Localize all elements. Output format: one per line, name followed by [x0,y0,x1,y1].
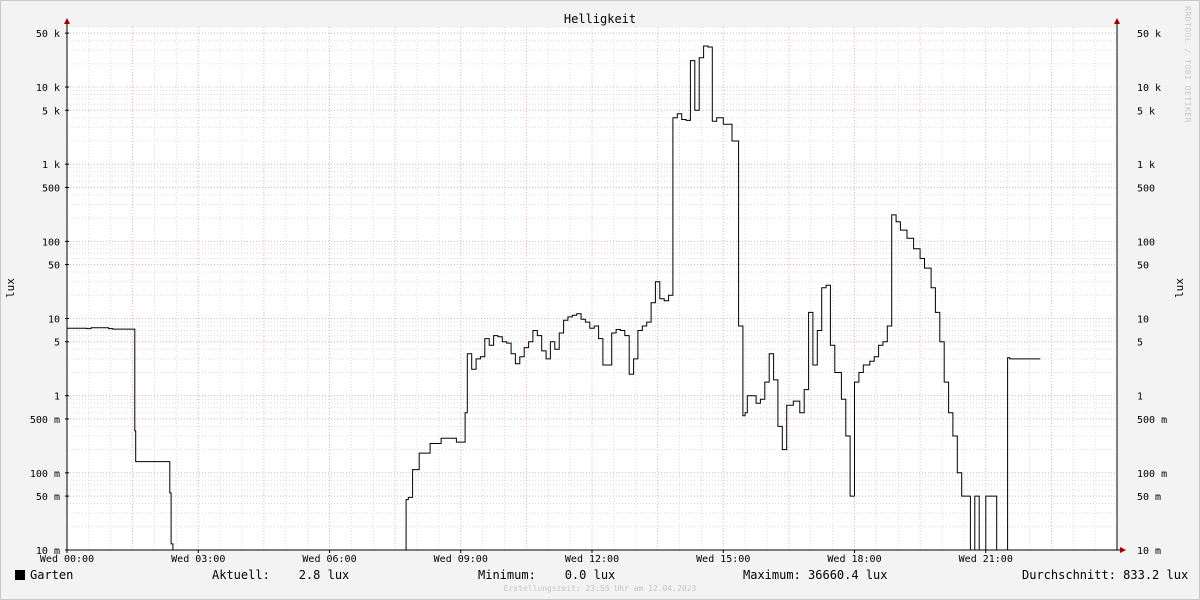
legend-swatch [15,570,25,580]
y-tick-label-right: 5 [1137,338,1143,349]
y-tick-label-right: 1 k [1137,160,1155,171]
y-tick-label-left: 10 k [36,83,60,94]
y-tick-label-right: 500 m [1137,415,1167,426]
y-tick-label-left: 1 [54,392,60,403]
y-tick-label-left: 50 k [36,29,60,40]
x-tick-label: Wed 12:00 [565,554,619,565]
legend-average: Durchschnitt: 833.2 lux [1022,568,1189,582]
y-tick-label-left: 10 [48,315,60,326]
y-axis-label-left: lux [4,278,17,298]
y-tick-label-left: 50 m [36,492,60,503]
y-tick-label-left: 100 [42,237,60,248]
legend-minimum: Minimum: 0.0 lux [478,568,616,582]
y-tick-label-right: 10 m [1137,546,1161,557]
legend-maximum: Maximum: 36660.4 lux [743,568,888,582]
y-tick-label-left: 5 [54,338,60,349]
y-tick-label-left: 1 k [42,160,60,171]
y-tick-label-right: 50 m [1137,492,1161,503]
chart-title: Helligkeit [564,12,636,26]
y-axis-arrow-left [64,18,70,24]
y-tick-label-right: 10 k [1137,83,1161,94]
x-ticks: Wed 00:00 Wed 03:00 Wed 06:00 Wed 09:00 Wed … [40,550,1013,565]
y-axis-arrow-right [1114,18,1120,24]
y-axis-label-right: lux [1173,278,1186,298]
y-tick-label-left: 5 k [42,106,60,117]
x-tick-label: Wed 18:00 [827,554,881,565]
y-tick-label-right: 50 [1137,261,1149,272]
x-tick-label: Wed 15:00 [696,554,750,565]
legend-current: Aktuell: 2.8 lux [212,568,350,582]
legend-series-name: Garten [30,568,74,582]
x-tick-label: Wed 21:00 [959,554,1013,565]
x-tick-label: Wed 06:00 [302,554,356,565]
legend: Garten Aktuell: 2.8 lux Minimum: 0.0 lux… [0,566,1200,584]
y-tick-label-right: 5 k [1137,106,1155,117]
brightness-chart: Helligkeit lux lux 10 m 10 m50 m 50 m100 m… [4,12,1186,565]
y-tick-label-right: 500 [1137,183,1155,194]
y-tick-label-right: 100 [1137,237,1155,248]
y-tick-label-right: 10 [1137,315,1149,326]
x-tick-label: Wed 09:00 [434,554,488,565]
y-tick-label-left: 500 m [30,415,60,426]
y-tick-label-left: 500 [42,183,60,194]
legend-series: Garten [15,568,73,582]
creation-time: Erstellungszeit: 23:55 Uhr am 12.04.2023 [503,584,697,593]
x-tick-label: Wed 03:00 [171,554,225,565]
x-axis-arrow [1120,547,1126,553]
y-tick-label-right: 100 m [1137,469,1167,480]
x-tick-label: Wed 00:00 [40,554,94,565]
y-tick-label-right: 50 k [1137,29,1161,40]
rrdtool-watermark: RRDTOOL / TOBI OETIKER [1183,6,1192,123]
y-tick-label-left: 50 [48,261,60,272]
y-tick-label-left: 100 m [30,469,60,480]
y-tick-label-right: 1 [1137,392,1143,403]
